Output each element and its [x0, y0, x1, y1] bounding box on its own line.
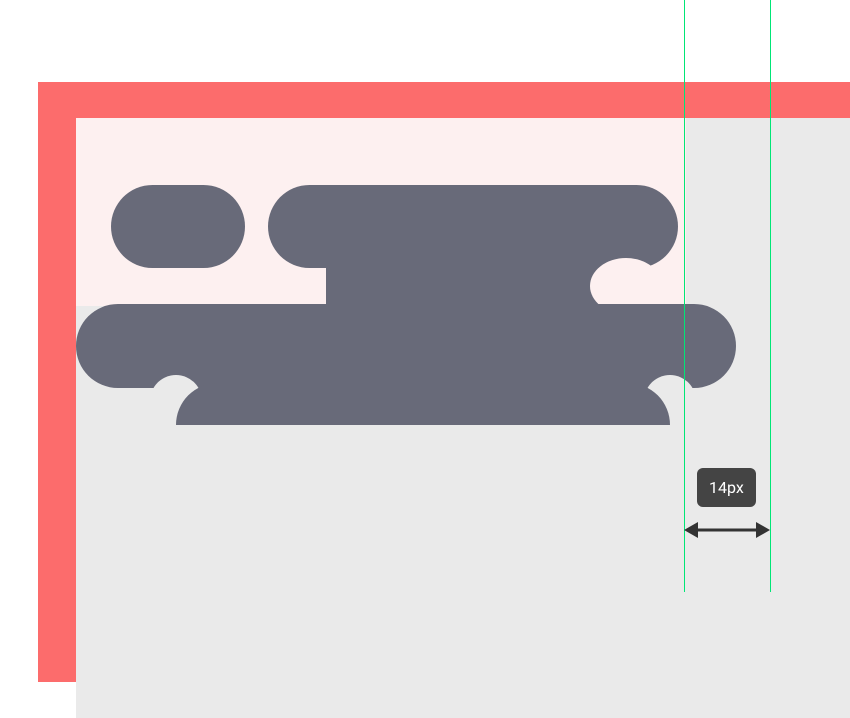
- canvas[interactable]: [76, 118, 850, 718]
- cloud-shape-segment[interactable]: [268, 185, 678, 268]
- artboard-frame: [38, 82, 850, 682]
- measurement-arrow-icon: [684, 518, 770, 542]
- cloud-shape-segment[interactable]: [176, 383, 670, 425]
- measurement-label: 14px: [709, 478, 744, 497]
- vertical-guide[interactable]: [684, 0, 685, 592]
- vertical-guide[interactable]: [770, 0, 771, 592]
- cloud-shape-segment[interactable]: [111, 185, 245, 268]
- measurement-tooltip: 14px: [697, 468, 756, 507]
